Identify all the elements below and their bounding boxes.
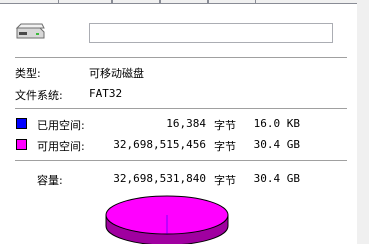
drive-name-input[interactable] xyxy=(89,23,333,43)
free-space-swatch xyxy=(16,139,27,150)
separator-bottom xyxy=(15,160,347,162)
separator-middle xyxy=(15,108,347,110)
capacity-bytes: 32,698,531,840 xyxy=(113,172,206,185)
used-space-label: 已用空间: xyxy=(37,119,85,132)
capacity-label: 容量: xyxy=(37,174,63,187)
removable-drive-icon xyxy=(15,23,45,39)
free-space-bytes: 32,698,515,456 xyxy=(113,138,206,151)
capacity-size: 30.4 GB xyxy=(253,172,300,185)
window-edge xyxy=(357,0,369,244)
used-space-bytes: 16,384 xyxy=(166,117,206,130)
filesystem-value: FAT32 xyxy=(89,87,123,100)
tab-strip xyxy=(0,0,369,4)
tab-tools[interactable] xyxy=(112,0,160,4)
free-space-label: 可用空间: xyxy=(37,140,85,153)
type-label: 类型: xyxy=(15,67,41,80)
filesystem-label: 文件系统: xyxy=(15,89,63,102)
disk-usage-pie xyxy=(105,195,229,244)
free-space-size: 30.4 GB xyxy=(253,138,300,151)
tab-general[interactable] xyxy=(58,0,112,4)
separator-top xyxy=(15,57,347,59)
used-space-size: 16.0 KB xyxy=(253,117,300,130)
tab-hardware[interactable] xyxy=(160,0,208,4)
free-space-unit: 字节 xyxy=(214,140,236,153)
used-space-swatch xyxy=(16,118,27,129)
type-value: 可移动磁盘 xyxy=(89,67,144,80)
used-space-unit: 字节 xyxy=(214,119,236,132)
capacity-unit: 字节 xyxy=(214,174,236,187)
tab-sharing[interactable] xyxy=(208,0,256,4)
